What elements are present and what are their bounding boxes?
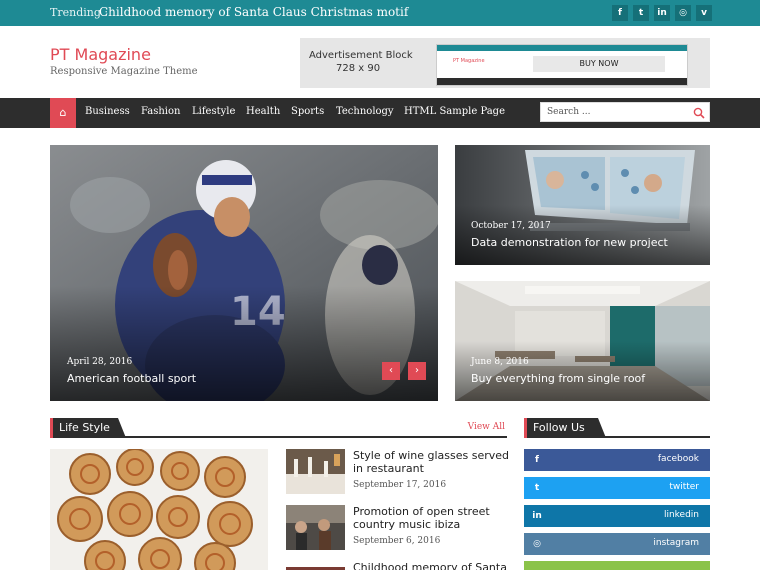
featured-post-2[interactable]: June 8, 2016 Buy everything from single … [455,281,710,401]
featured-post-2-date: June 8, 2016 [471,357,529,367]
nav-item-business[interactable]: Business [85,106,130,117]
ad-preview-logo: PT Magazine [453,58,485,64]
instagram-icon[interactable]: ◎ [675,5,691,21]
ad-buy-now: BUY NOW [533,56,665,72]
follow-instagram-button[interactable]: ◎ instagram [524,533,710,555]
site-tagline: Responsive Magazine Theme [50,66,198,77]
vimeo-icon[interactable]: v [696,5,712,21]
follow-facebook-label: facebook [657,454,699,464]
pastry-rolls-photo [50,449,268,570]
facebook-icon[interactable]: f [612,5,628,21]
follow-instagram-label: instagram [653,538,699,548]
hero-date: April 28, 2016 [67,357,133,367]
nav-item-html-sample-page[interactable]: HTML Sample Page [404,106,505,117]
follow-twitter-button[interactable]: t twitter [524,477,710,499]
search-input[interactable] [541,103,686,121]
nav-item-lifestyle[interactable]: Lifestyle [192,106,235,117]
nav-item-technology[interactable]: Technology [336,106,394,117]
facebook-icon: f [535,455,539,465]
post-title-santa[interactable]: Childhood memory of Santa [353,561,513,570]
slider-prev-button[interactable]: ‹ [382,362,400,380]
restaurant-photo [286,449,345,494]
nav-item-sports[interactable]: Sports [291,106,324,117]
instagram-icon: ◎ [533,539,541,549]
lifestyle-main-image[interactable] [50,449,268,570]
follow-linkedin-label: linkedin [663,510,699,520]
nav-item-health[interactable]: Health [246,106,280,117]
slider-next-button[interactable]: › [408,362,426,380]
featured-post-1[interactable]: October 17, 2017 Data demonstration for … [455,145,710,265]
trending-headline-link[interactable]: Childhood memory of Santa Claus Christma… [99,5,408,19]
follow-linkedin-button[interactable]: in linkedin [524,505,710,527]
ad-size: 728 x 90 [336,63,381,74]
twitter-icon[interactable]: t [633,5,649,21]
advertisement-block[interactable]: Advertisement Block 728 x 90 PT Magazine… [300,38,710,88]
search-box [540,102,710,122]
featured-post-2-title[interactable]: Buy everything from single roof [471,372,645,385]
site-title[interactable]: PT Magazine [50,45,151,64]
nav-item-fashion[interactable]: Fashion [141,106,180,117]
featured-post-1-title[interactable]: Data demonstration for new project [471,236,668,249]
post-thumb-street-music[interactable] [286,505,345,550]
post-thumb-santa[interactable] [286,561,345,570]
post-date-wine-glasses: September 17, 2016 [353,480,447,490]
view-all-link[interactable]: View All [468,422,505,432]
lifestyle-heading: Life Style [50,418,112,438]
street-music-photo [286,505,345,550]
ad-preview-image: PT Magazine BUY NOW [436,44,688,86]
featured-post-1-date: October 17, 2017 [471,221,551,231]
hero-slide[interactable]: 14 April 28, 2016 American football spor… [50,145,438,401]
follow-section-header: Follow Us [524,418,710,438]
post-title-wine-glasses[interactable]: Style of wine glasses served in restaura… [353,449,513,475]
search-icon[interactable] [693,107,705,119]
twitter-icon: t [534,483,540,493]
follow-twitter-label: twitter [669,482,699,492]
linkedin-icon[interactable]: in [654,5,670,21]
home-icon[interactable]: ⌂ [50,98,76,128]
follow-facebook-button[interactable]: f facebook [524,449,710,471]
main-nav: ⌂ Business Fashion Lifestyle Health Spor… [0,98,760,128]
top-bar: Trending : Childhood memory of Santa Cla… [0,0,760,26]
linkedin-icon: in [532,511,542,521]
follow-next-button[interactable] [524,561,710,570]
follow-heading: Follow Us [524,418,592,438]
ad-label: Advertisement Block [309,50,413,61]
hero-title[interactable]: American football sport [67,372,196,385]
lifestyle-section-header: Life Style View All [50,418,507,438]
post-title-street-music[interactable]: Promotion of open street country music i… [353,505,513,531]
post-date-street-music: September 6, 2016 [353,536,441,546]
post-thumb-wine-glasses[interactable] [286,449,345,494]
